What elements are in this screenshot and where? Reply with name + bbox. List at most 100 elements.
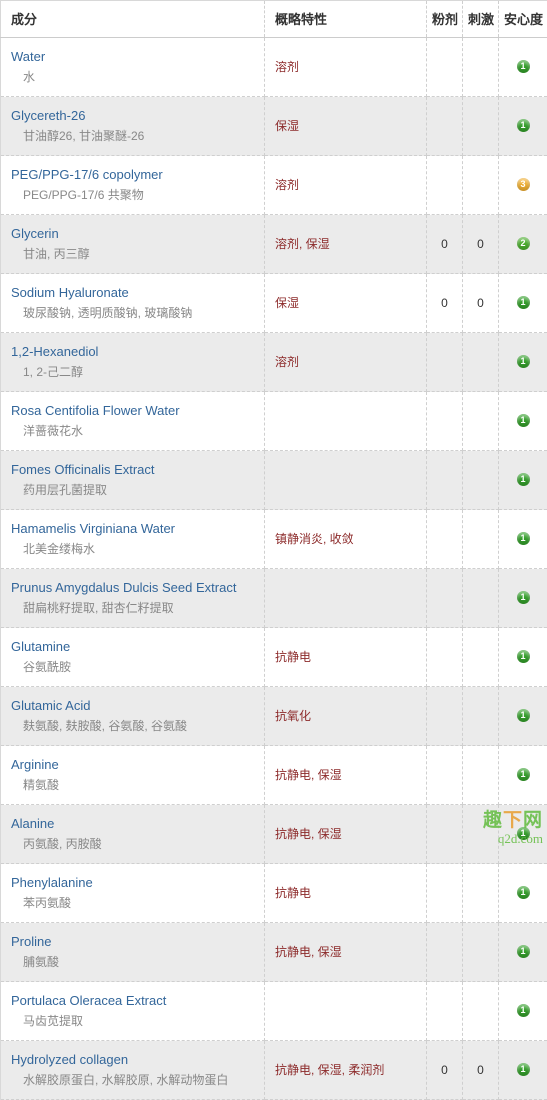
ingredient-properties-cell: 镇静消炎, 收敛 [265, 510, 427, 569]
ingredient-name-chinese: 水 [11, 69, 258, 85]
irritation-rating-cell [463, 746, 499, 805]
ingredient-name-chinese: 1, 2-己二醇 [11, 364, 258, 380]
comedogenic-rating-cell [427, 392, 463, 451]
ingredient-link[interactable]: Glycerin [11, 225, 258, 243]
table-row: Arginine精氨酸抗静电, 保湿1 [1, 746, 547, 805]
ingredient-properties-cell: 抗氧化 [265, 687, 427, 746]
ingredient-link[interactable]: Glutamic Acid [11, 697, 258, 715]
ingredient-link[interactable]: Hydrolyzed collagen [11, 1051, 258, 1069]
ingredient-name-chinese: 水解胶原蛋白, 水解胶原, 水解动物蛋白 [11, 1072, 258, 1088]
safety-badge-icon: 1 [517, 60, 530, 73]
safety-badge-icon: 1 [517, 296, 530, 309]
ingredient-link[interactable]: Glutamine [11, 638, 258, 656]
ingredient-name-chinese: 马齿苋提取 [11, 1013, 258, 1029]
safety-rating-cell: 1 [499, 628, 547, 687]
comedogenic-rating-cell [427, 510, 463, 569]
safety-rating-cell: 1 [499, 805, 547, 864]
irritation-rating-cell [463, 687, 499, 746]
ingredient-name-chinese: 丙氨酸, 丙胺酸 [11, 836, 258, 852]
ingredient-link[interactable]: Proline [11, 933, 258, 951]
ingredient-properties-cell [265, 392, 427, 451]
table-row: Hydrolyzed collagen水解胶原蛋白, 水解胶原, 水解动物蛋白抗… [1, 1041, 547, 1100]
comedogenic-rating-cell [427, 923, 463, 982]
irritation-rating-cell [463, 805, 499, 864]
ingredient-name-cell: Alanine 丙氨酸, 丙胺酸 [1, 805, 265, 864]
table-row: Rosa Centifolia Flower Water 洋蔷薇花水 1 [1, 392, 547, 451]
ingredient-name-chinese: 苯丙氨酸 [11, 895, 258, 911]
safety-badge-icon: 3 [517, 178, 530, 191]
safety-badge-icon: 1 [517, 827, 530, 840]
safety-badge-icon: 1 [517, 591, 530, 604]
ingredient-name-cell: Arginine 精氨酸 [1, 746, 265, 805]
comedogenic-rating-cell: 0 [427, 1041, 463, 1100]
irritation-rating-cell [463, 569, 499, 628]
ingredient-link[interactable]: Prunus Amygdalus Dulcis Seed Extract [11, 579, 258, 597]
ingredient-name-cell: Sodium Hyaluronate玻尿酸钠, 透明质酸钠, 玻璃酸钠 [1, 274, 265, 333]
table-row: Prunus Amygdalus Dulcis Seed Extract 甜扁桃籽… [1, 569, 547, 628]
safety-badge-icon: 1 [517, 886, 530, 899]
ingredient-link[interactable]: Alanine [11, 815, 258, 833]
ingredient-name-cell: Glutamic Acid麸氨酸, 麸胺酸, 谷氨酸, 谷氨酸 [1, 687, 265, 746]
safety-badge-icon: 1 [517, 473, 530, 486]
ingredient-link[interactable]: Portulaca Oleracea Extract [11, 992, 258, 1010]
table-body: Water水溶剂1Glycereth-26甘油醇26, 甘油聚醚-26保湿1PE… [1, 38, 547, 1100]
ingredient-link[interactable]: Hamamelis Virginiana Water [11, 520, 258, 538]
safety-badge-icon: 1 [517, 1004, 530, 1017]
ingredient-name-cell: Glutamine谷氨酰胺 [1, 628, 265, 687]
ingredient-name-cell: Hydrolyzed collagen 水解胶原蛋白, 水解胶原, 水解动物蛋白 [1, 1041, 265, 1100]
comedogenic-rating-cell [427, 97, 463, 156]
table-row: 1,2-Hexanediol 1, 2-己二醇溶剂 1 [1, 333, 547, 392]
irritation-rating-cell [463, 392, 499, 451]
comedogenic-rating-cell [427, 451, 463, 510]
comedogenic-rating-cell [427, 38, 463, 97]
ingredient-name-cell: Rosa Centifolia Flower Water 洋蔷薇花水 [1, 392, 265, 451]
ingredient-name-chinese: 甘油, 丙三醇 [11, 246, 258, 262]
irritation-rating-cell [463, 864, 499, 923]
table-row: Fomes Officinalis Extract药用层孔菌提取1 [1, 451, 547, 510]
table-row: Alanine丙氨酸, 丙胺酸抗静电, 保湿1 [1, 805, 547, 864]
safety-rating-cell: 1 [499, 746, 547, 805]
ingredient-link[interactable]: PEG/PPG-17/6 copolymer [11, 166, 258, 184]
safety-badge-icon: 1 [517, 768, 530, 781]
ingredient-name-cell: 1,2-Hexanediol 1, 2-己二醇 [1, 333, 265, 392]
safety-badge-icon: 1 [517, 650, 530, 663]
ingredient-link[interactable]: Rosa Centifolia Flower Water [11, 402, 258, 420]
safety-rating-cell: 3 [499, 156, 547, 215]
safety-badge-icon: 1 [517, 119, 530, 132]
safety-badge-icon: 1 [517, 414, 530, 427]
ingredient-link[interactable]: Phenylalanine [11, 874, 258, 892]
safety-rating-cell: 1 [499, 274, 547, 333]
irritation-rating-cell: 0 [463, 274, 499, 333]
ingredient-link[interactable]: Arginine [11, 756, 258, 774]
safety-badge-icon: 2 [517, 237, 530, 250]
comedogenic-rating-cell: 0 [427, 215, 463, 274]
ingredient-properties-cell: 保湿 [265, 274, 427, 333]
ingredient-link[interactable]: Glycereth-26 [11, 107, 258, 125]
irritation-rating-cell [463, 510, 499, 569]
safety-rating-cell: 1 [499, 1041, 547, 1100]
safety-rating-cell: 1 [499, 569, 547, 628]
ingredient-link[interactable]: Fomes Officinalis Extract [11, 461, 258, 479]
ingredient-name-cell: Portulaca Oleracea Extract 马齿苋提取 [1, 982, 265, 1041]
safety-rating-cell: 1 [499, 97, 547, 156]
ingredient-name-chinese: 洋蔷薇花水 [11, 423, 258, 439]
comedogenic-rating-cell [427, 156, 463, 215]
table-row: Portulaca Oleracea Extract 马齿苋提取 1 [1, 982, 547, 1041]
irritation-rating-cell [463, 628, 499, 687]
comedogenic-rating-cell [427, 687, 463, 746]
column-header-comedogenic: 粉剂 [427, 1, 463, 38]
ingredient-properties-cell: 溶剂 [265, 333, 427, 392]
column-header-ingredient: 成分 [1, 1, 265, 38]
ingredient-link[interactable]: Water [11, 48, 258, 66]
ingredient-properties-cell: 溶剂 [265, 38, 427, 97]
table-row: Glycerin甘油, 丙三醇溶剂, 保湿002 [1, 215, 547, 274]
ingredient-name-chinese: 甜扁桃籽提取, 甜杏仁籽提取 [11, 600, 258, 616]
table-header: 成分 概略特性 粉剂 刺激 安心度 [1, 1, 547, 38]
safety-badge-icon: 1 [517, 945, 530, 958]
ingredient-name-cell: PEG/PPG-17/6 copolymerPEG/PPG-17/6 共聚物 [1, 156, 265, 215]
ingredient-name-chinese: 精氨酸 [11, 777, 258, 793]
safety-rating-cell: 1 [499, 333, 547, 392]
ingredient-link[interactable]: Sodium Hyaluronate [11, 284, 258, 302]
ingredient-link[interactable]: 1,2-Hexanediol [11, 343, 258, 361]
safety-badge-icon: 1 [517, 1063, 530, 1076]
